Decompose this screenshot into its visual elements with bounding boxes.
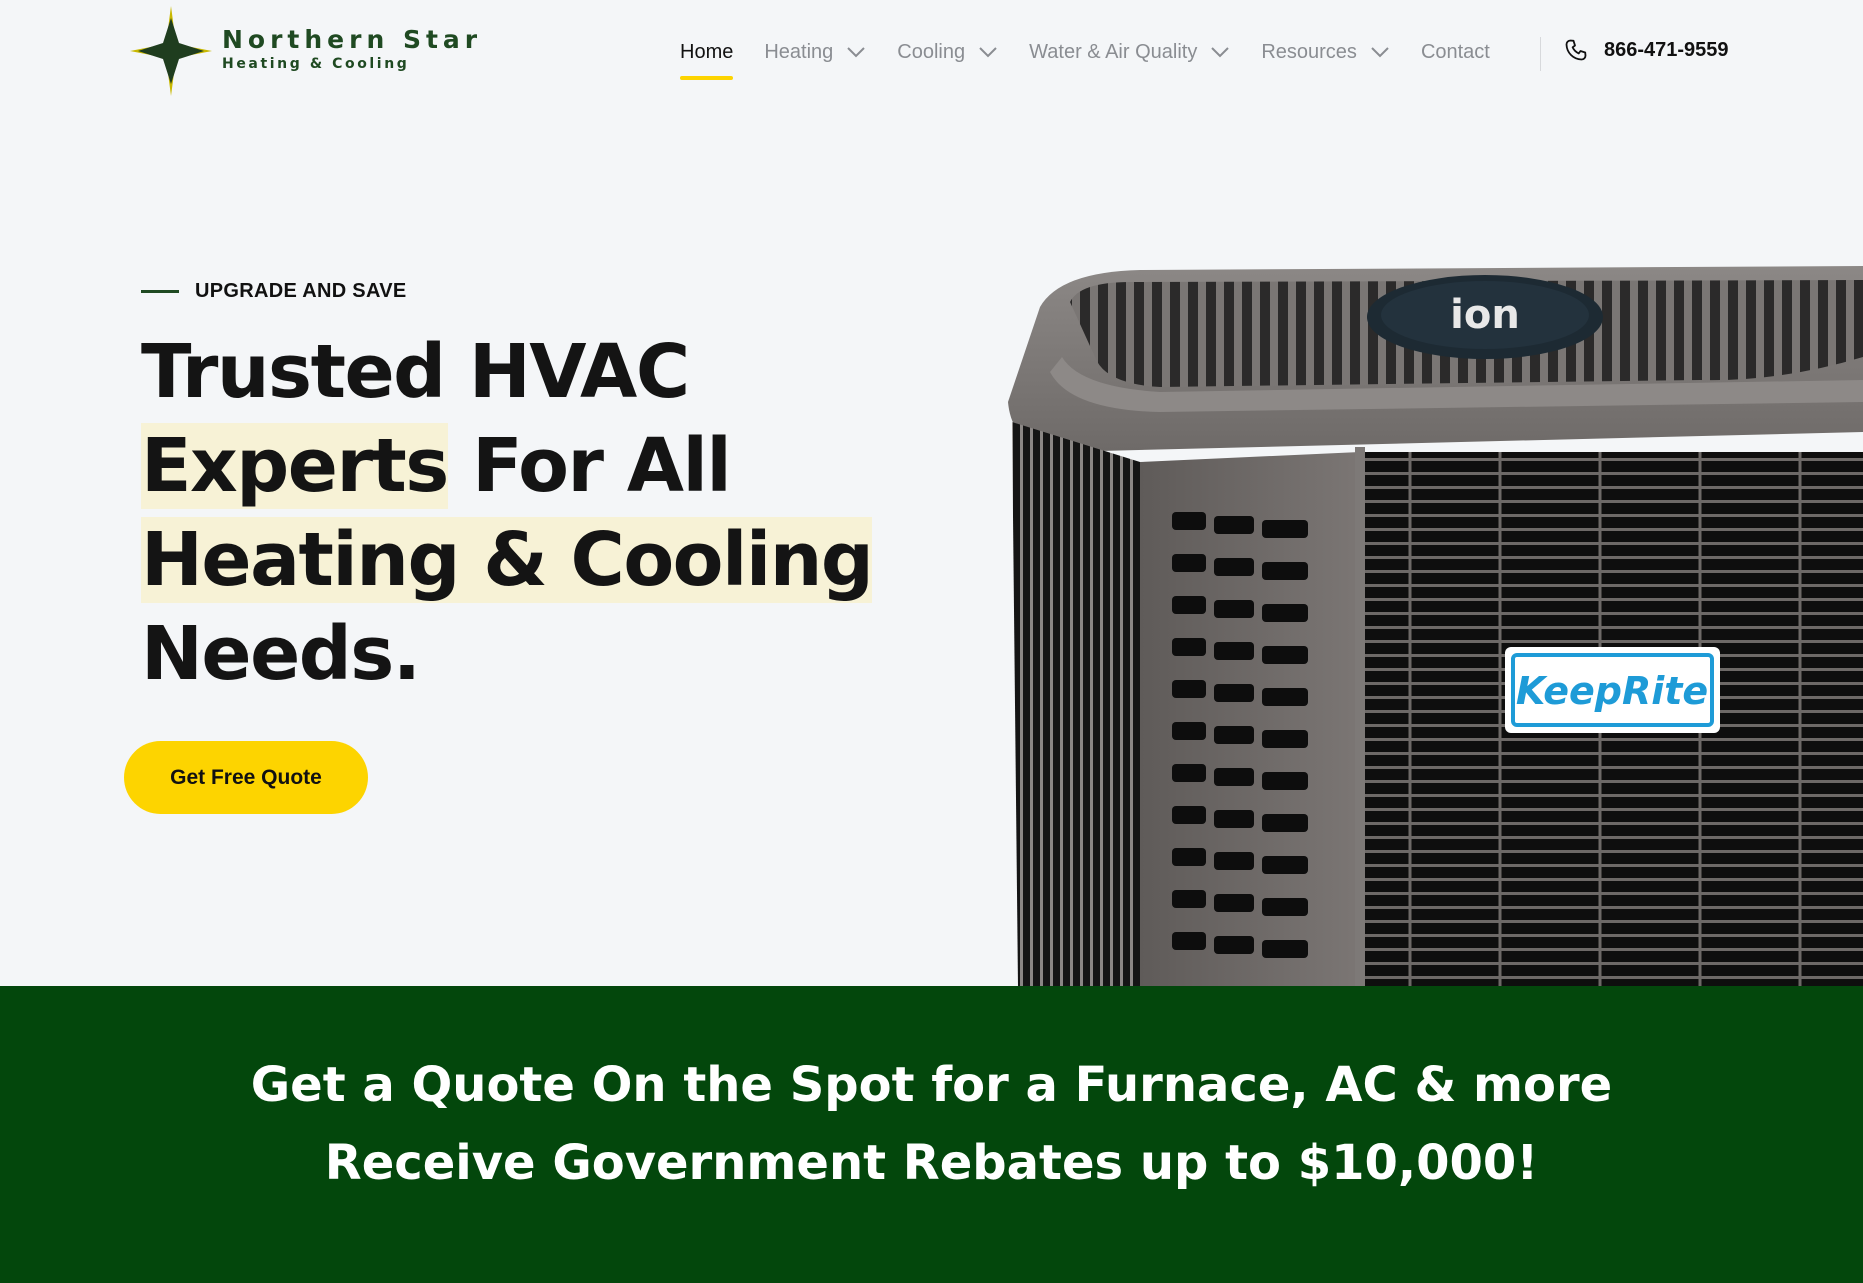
logo-link[interactable]: Northern Star Heating & Cooling (124, 4, 482, 98)
hero-eyebrow: UPGRADE AND SAVE (141, 280, 407, 303)
north-star-logo-icon (130, 6, 212, 96)
nav-item-label: Cooling (897, 40, 966, 63)
nav-item-label: Resources (1261, 40, 1357, 63)
phone-icon (1565, 39, 1587, 61)
headline-line-4: Needs. (141, 611, 421, 697)
logo-tagline: Heating & Cooling (222, 55, 410, 72)
chevron-down-icon (847, 47, 866, 58)
headline-highlight-experts: Experts (141, 423, 449, 509)
nav-item-label: Water & Air Quality (1029, 40, 1198, 63)
nav-divider (1540, 37, 1541, 71)
headline-line-3: Heating & Cooling (141, 513, 874, 607)
svg-text:ion: ion (1450, 292, 1520, 338)
eyebrow-rule (141, 290, 179, 293)
nav-item-resources[interactable]: Resources (1261, 36, 1390, 68)
nav-item-water-air-quality[interactable]: Water & Air Quality (1029, 36, 1230, 68)
headline-highlight-heating-cooling: Heating & Cooling (141, 517, 874, 603)
nav-item-label: Heating (764, 40, 834, 63)
hero-headline: Trusted HVAC Experts For All Heating & C… (141, 325, 874, 701)
banner-line-2: Receive Government Rebates up to $10,000… (324, 1135, 1539, 1191)
svg-text:KeepRite: KeepRite (1516, 669, 1708, 713)
site-header: Northern Star Heating & Cooling Home Hea… (0, 0, 1863, 104)
main-nav: Home Heating Cooling Water & Air Quality… (680, 36, 1521, 80)
nav-item-home[interactable]: Home (680, 36, 734, 80)
chevron-down-icon (1371, 47, 1389, 58)
phone-number: 866-471-9559 (1604, 38, 1729, 61)
logo-text: Northern Star Heating & Cooling (222, 25, 482, 72)
get-free-quote-button[interactable]: Get Free Quote (124, 741, 368, 814)
chevron-down-icon (1211, 47, 1230, 58)
banner-line-1: Get a Quote On the Spot for a Furnace, A… (250, 1057, 1613, 1113)
chevron-down-icon (979, 47, 997, 58)
nav-item-label: Contact (1420, 40, 1490, 63)
headline-line-2: Experts For All (141, 419, 872, 513)
eyebrow-text: UPGRADE AND SAVE (195, 280, 407, 302)
ac-unit-image: ion KeepRite (1008, 266, 1863, 987)
nav-item-cooling[interactable]: Cooling (897, 36, 998, 68)
rebate-banner: Get a Quote On the Spot for a Furnace, A… (0, 986, 1863, 1283)
nav-item-label: Home (680, 40, 734, 63)
headline-line-2-rest: For All (447, 423, 732, 509)
nav-item-contact[interactable]: Contact (1421, 36, 1490, 68)
logo-brand-name: Northern Star (222, 24, 483, 54)
nav-item-heating[interactable]: Heating (764, 36, 866, 68)
phone-link[interactable]: 866-471-9559 (1564, 38, 1729, 62)
headline-line-1: Trusted HVAC (141, 329, 690, 415)
